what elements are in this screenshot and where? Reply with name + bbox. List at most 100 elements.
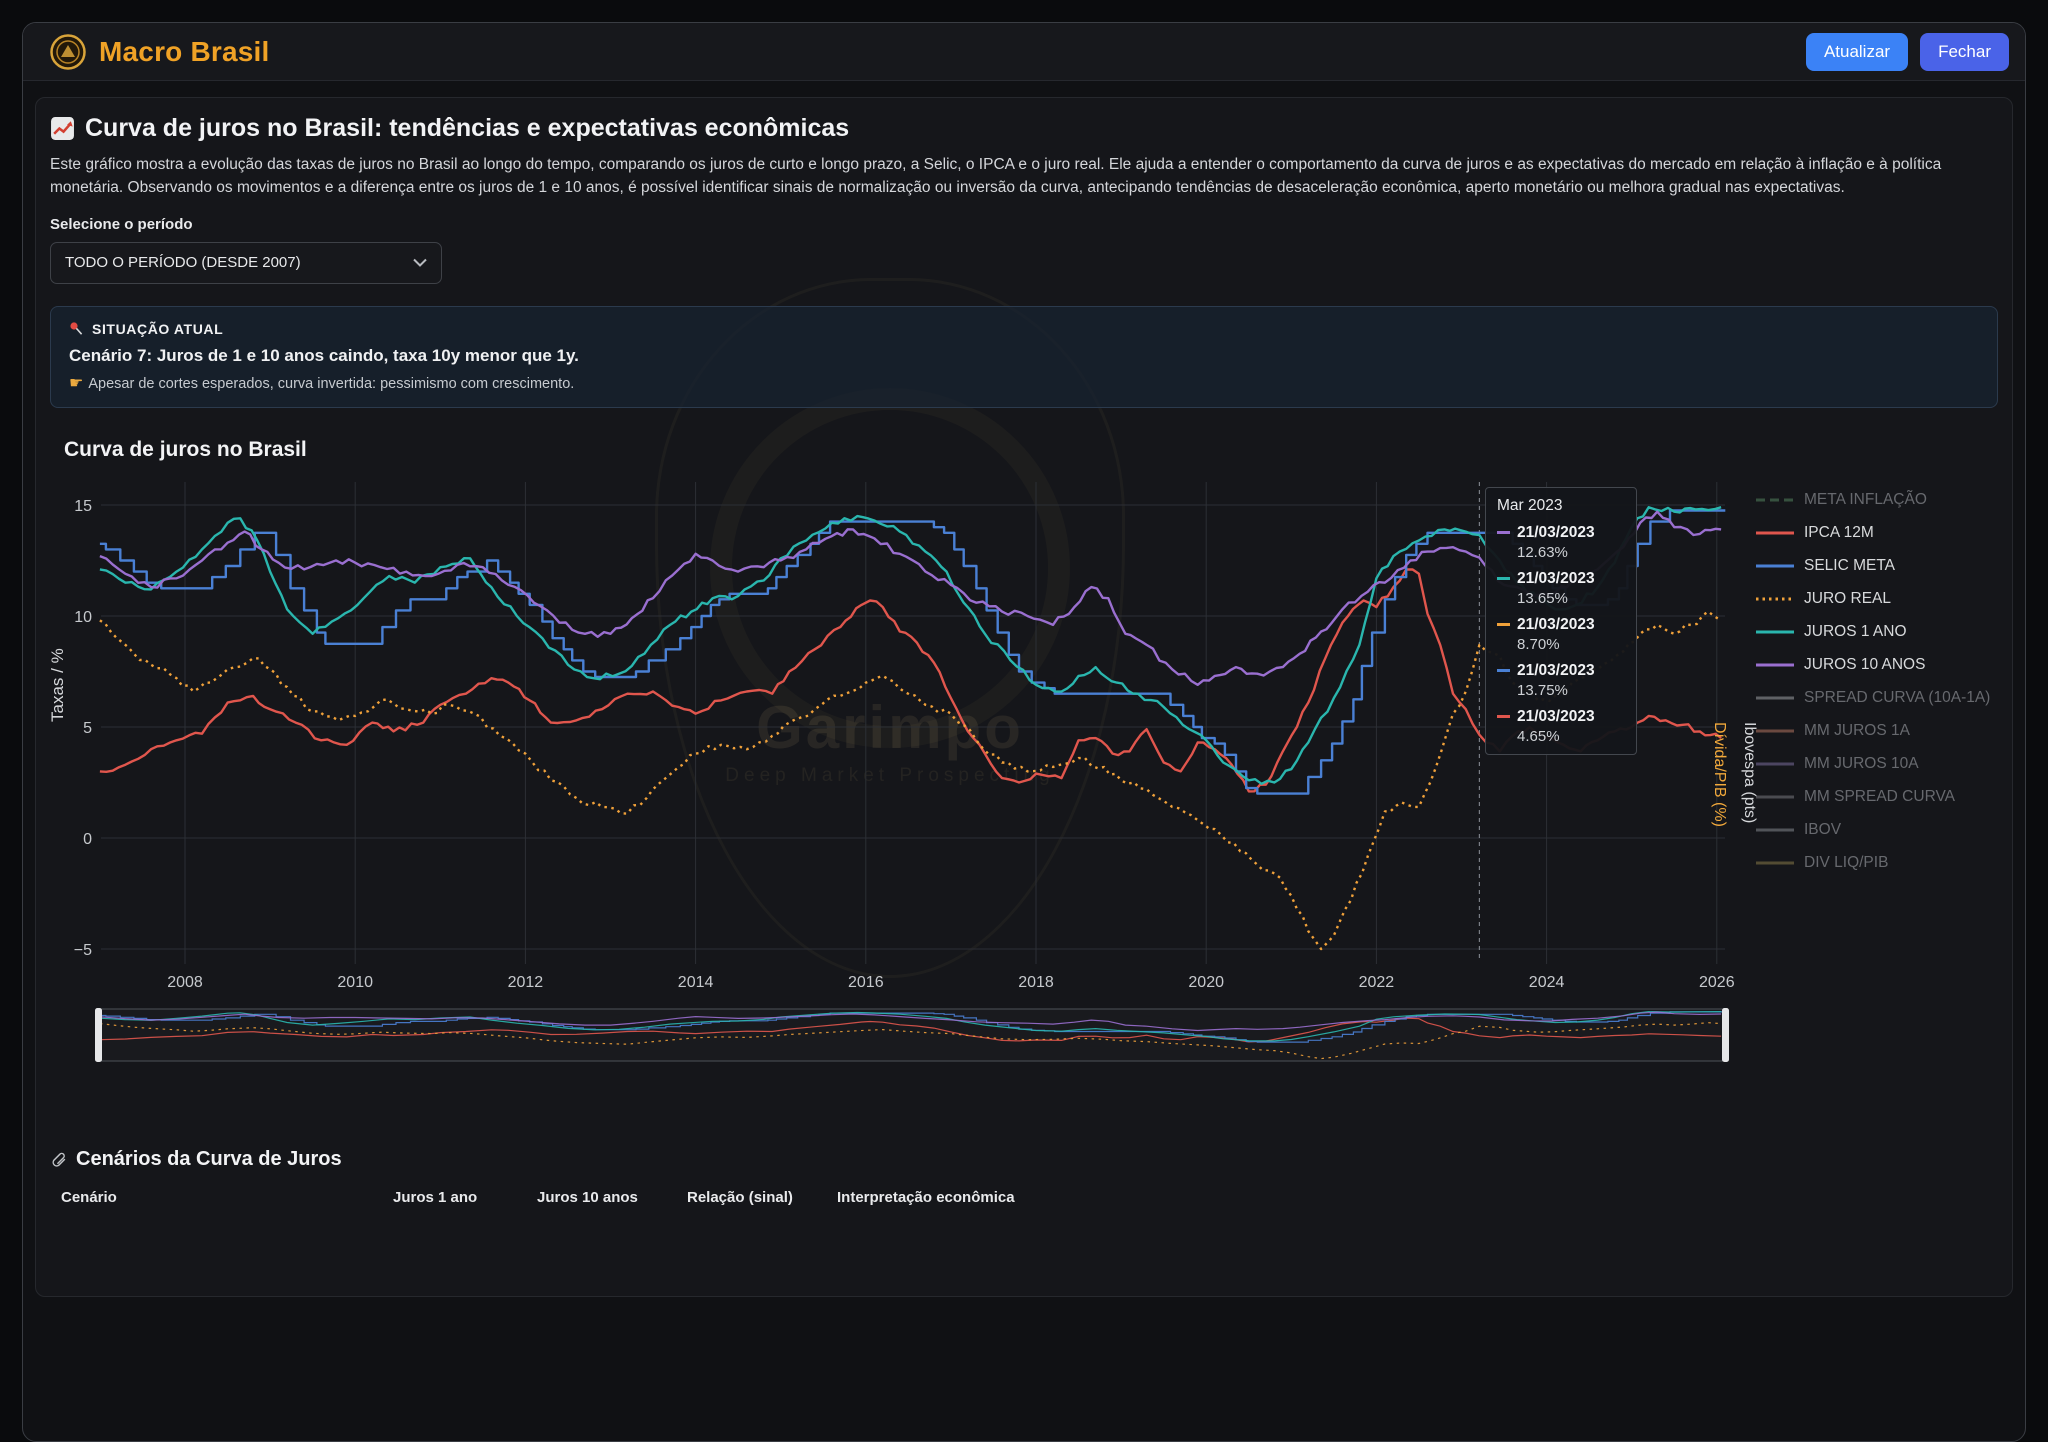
interest-rate-chart-canvas[interactable]: 2008201020122014201620182020202220242026… [50,472,1990,1072]
legend-item[interactable]: META INFLAÇÃO [1756,484,1990,517]
tooltip-date: 21/03/2023 [1517,708,1595,726]
refresh-button[interactable]: Atualizar [1806,33,1908,71]
svg-text:15: 15 [74,498,92,515]
tooltip-entry: 21/03/20234.65% [1497,708,1625,745]
svg-text:2022: 2022 [1359,974,1395,991]
paperclip-icon [50,1151,67,1168]
period-select[interactable]: TODO O PERÍODO (DESDE 2007) [50,242,442,284]
scenario-column-header: Juros 1 ano [393,1189,477,1206]
chart-area: 2008201020122014201620182020202220242026… [50,472,1998,1084]
series-juros-10-anos [100,511,1721,684]
legend-line-sample [1756,497,1794,503]
legend-item[interactable]: IBOV [1756,814,1990,847]
tooltip-series-mark [1497,531,1510,534]
tooltip-value: 13.75% [1517,682,1595,699]
app-frame: Macro Brasil Atualizar Fechar Garimpo De… [22,22,2026,1442]
scenario-column-header: Juros 10 anos [537,1189,638,1206]
legend-item-label: SPREAD CURVA (10A-1A) [1804,689,1990,707]
main-card: Garimpo Deep Market Prospecting Curva de… [35,97,2013,1297]
series-juros-1-ano [100,507,1721,784]
hover-tooltip: Mar 2023 21/03/202312.63%21/03/202313.65… [1485,487,1637,755]
legend-item[interactable]: MM JUROS 1A [1756,715,1990,748]
situation-note: ☛Apesar de cortes esperados, curva inver… [69,373,1979,393]
brand: Macro Brasil [49,33,269,71]
page-title: Curva de juros no Brasil: tendências e e… [50,114,1998,143]
legend-item[interactable]: MM SPREAD CURVA [1756,781,1990,814]
situation-label-row: SITUAÇÃO ATUAL [69,321,1979,337]
svg-text:2014: 2014 [678,974,714,991]
legend-line-sample [1756,794,1794,800]
tooltip-entries: 21/03/202312.63%21/03/202313.65%21/03/20… [1497,524,1625,745]
page-title-text: Curva de juros no Brasil: tendências e e… [85,114,849,143]
scenario-column-header: Cenário [61,1189,117,1206]
tooltip-series-mark [1497,715,1510,718]
period-select-label: Selecione o período [50,216,1998,233]
legend-line-sample [1756,530,1794,536]
svg-text:2016: 2016 [848,974,884,991]
tooltip-date: 21/03/2023 [1517,616,1595,634]
chart-legend: META INFLAÇÃO IPCA 12M SELIC META JURO REAL… [1756,484,1990,880]
legend-item[interactable]: JUROS 10 ANOS [1756,649,1990,682]
scenario-column-header: Interpretação econômica [837,1189,1015,1206]
chart-increasing-icon [50,116,75,141]
scenario-column-header: Relação (sinal) [687,1189,793,1206]
legend-line-sample [1756,728,1794,734]
legend-item-label: META INFLAÇÃO [1804,491,1927,509]
tooltip-series-mark [1497,577,1510,580]
legend-line-sample [1756,563,1794,569]
scenarios-table-header: Cenário Juros 1 ano Juros 10 anos Relação (… [50,1189,1998,1229]
tooltip-entry: 21/03/20238.70% [1497,616,1625,653]
legend-item-label: SELIC META [1804,557,1895,575]
tooltip-entry: 21/03/2023 13.75% [1497,662,1625,699]
tooltip-entry: 21/03/2023 13.65% [1497,570,1625,607]
legend-item[interactable]: DIV LIQ/PIB [1756,847,1990,880]
tooltip-series-mark [1497,669,1510,672]
legend-item[interactable]: JURO REAL [1756,583,1990,616]
pointing-hand-icon: ☛ [69,375,83,392]
series-selic-meta [100,510,1725,793]
tooltip-date: 21/03/2023 [1517,570,1595,588]
legend-line-sample [1756,827,1794,833]
tooltip-value: 12.63% [1517,544,1595,561]
current-situation-panel: SITUAÇÃO ATUAL Cenário 7: Juros de 1 e 1… [50,306,1998,408]
legend-item-label: IBOV [1804,821,1841,839]
svg-text:2012: 2012 [508,974,544,991]
period-select-value: TODO O PERÍODO (DESDE 2007) [65,254,413,271]
range-slider-handle-left[interactable] [95,1008,102,1062]
legend-line-sample [1756,761,1794,767]
legend-line-sample [1756,860,1794,866]
legend-item-label: MM JUROS 10A [1804,755,1919,773]
legend-item[interactable]: MM JUROS 10A [1756,748,1990,781]
legend-item-label: MM SPREAD CURVA [1804,788,1955,806]
legend-item-label: JUROS 1 ANO [1804,623,1907,641]
situation-headline: Cenário 7: Juros de 1 e 10 anos caindo, … [69,346,1979,366]
legend-item-label: MM JUROS 1A [1804,722,1910,740]
legend-item-label: IPCA 12M [1804,524,1874,542]
tooltip-value: 13.65% [1517,590,1595,607]
legend-item[interactable]: JUROS 1 ANO [1756,616,1990,649]
series-ipca-12m [100,569,1721,791]
svg-text:10: 10 [74,609,92,626]
scenarios-heading-text: Cenários da Curva de Juros [76,1148,342,1171]
svg-text:2024: 2024 [1529,974,1565,991]
legend-item-label: JURO REAL [1804,590,1891,608]
legend-item[interactable]: SPREAD CURVA (10A-1A) [1756,682,1990,715]
tooltip-date: 21/03/2023 [1517,662,1595,680]
range-slider-handle-right[interactable] [1722,1008,1729,1062]
legend-item-label: DIV LIQ/PIB [1804,854,1888,872]
legend-item[interactable]: SELIC META [1756,550,1990,583]
svg-text:0: 0 [83,831,92,848]
tooltip-series-mark [1497,623,1510,626]
series-juro-real [100,611,1721,948]
svg-text:2008: 2008 [167,974,203,991]
legend-line-sample [1756,596,1794,602]
svg-text:−5: −5 [74,942,92,959]
pushpin-icon [69,321,84,336]
svg-text:2026: 2026 [1699,974,1735,991]
legend-item[interactable]: IPCA 12M [1756,517,1990,550]
close-button[interactable]: Fechar [1920,33,2009,71]
legend-line-sample [1756,629,1794,635]
garimpo-logo-icon [49,33,87,71]
page-description: Este gráfico mostra a evolução das taxas… [50,153,1998,200]
interest-rate-chart[interactable]: 2008201020122014201620182020202220242026… [50,472,1990,1077]
